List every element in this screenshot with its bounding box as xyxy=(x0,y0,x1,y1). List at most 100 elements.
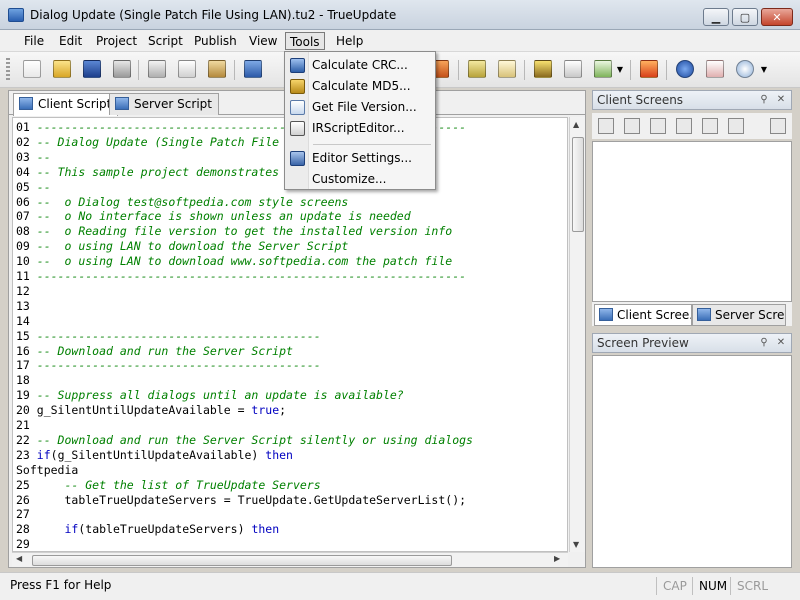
scrollbar-thumb[interactable] xyxy=(572,137,584,232)
close-icon[interactable]: ✕ xyxy=(774,93,788,107)
code-line[interactable]: 25 -- Get the list of TrueUpdate Servers xyxy=(16,478,321,493)
checklist-dropdown[interactable]: ▼ xyxy=(614,57,626,81)
code-line[interactable]: 20 g_SilentUntilUpdateAvailable = true; xyxy=(16,403,286,418)
code-comment: -- Dialog Update (Single Patch File xyxy=(36,134,280,149)
open-button[interactable] xyxy=(50,57,74,81)
code-comment: -- xyxy=(36,179,51,194)
save-screen-icon[interactable] xyxy=(770,118,786,134)
code-line[interactable]: 09 -- o using LAN to download the Server… xyxy=(16,239,348,254)
code-line[interactable]: 07 -- o No interface is shown unless an … xyxy=(16,209,411,224)
delete-screen-icon[interactable] xyxy=(650,118,666,134)
menu-project[interactable]: Project xyxy=(92,32,141,50)
screen-list-icon[interactable] xyxy=(598,118,614,134)
wizard-button[interactable] xyxy=(531,57,555,81)
print-button[interactable] xyxy=(110,57,134,81)
move-down-icon[interactable] xyxy=(728,118,744,134)
menu-file[interactable]: File xyxy=(20,32,48,50)
menu-item-irscripteditor[interactable]: IRScriptEditor... xyxy=(286,118,434,139)
code-line[interactable]: 10 -- o using LAN to download www.softpe… xyxy=(16,254,452,269)
menu-edit[interactable]: Edit xyxy=(55,32,86,50)
list-button[interactable] xyxy=(561,57,585,81)
document-button[interactable] xyxy=(495,57,519,81)
add-screen-icon[interactable] xyxy=(624,118,640,134)
toolbar-grip xyxy=(6,58,10,82)
menu-item-calculate-crc[interactable]: Calculate CRC... xyxy=(286,55,434,76)
line-number: 09 xyxy=(16,239,37,254)
horizontal-scrollbar[interactable]: ◀ ▶ xyxy=(12,552,568,567)
edit-screen-icon[interactable] xyxy=(676,118,692,134)
code-line[interactable]: 12 xyxy=(16,284,37,299)
toolbar-separator xyxy=(234,60,235,80)
chevron-down-icon: ▼ xyxy=(760,64,768,74)
code-line[interactable]: 21 xyxy=(16,418,37,433)
code-line[interactable]: 22 -- Download and run the Server Script… xyxy=(16,433,473,448)
code-line[interactable]: 11 -------------------------------------… xyxy=(16,269,466,284)
cut-button[interactable] xyxy=(145,57,169,81)
preview-button[interactable] xyxy=(465,57,489,81)
move-up-icon[interactable] xyxy=(702,118,718,134)
menu-help[interactable]: Help xyxy=(332,32,367,50)
help-button[interactable] xyxy=(673,57,697,81)
copy-button[interactable] xyxy=(175,57,199,81)
code-line[interactable]: 15 -------------------------------------… xyxy=(16,329,321,344)
tab-client-screens[interactable]: Client Scree... xyxy=(594,304,692,326)
scroll-up-icon[interactable]: ▲ xyxy=(573,120,579,129)
toolbar-separator xyxy=(138,60,139,80)
menu-tools[interactable]: Tools xyxy=(285,32,325,50)
menu-item-customize[interactable]: Customize... xyxy=(286,169,434,190)
close-button[interactable]: ✕ xyxy=(761,8,793,26)
menu-publish[interactable]: Publish xyxy=(190,32,241,50)
info-button[interactable] xyxy=(733,57,757,81)
code-line[interactable]: 13 xyxy=(16,299,37,314)
code-line[interactable]: 26 tableTrueUpdateServers = TrueUpdate.G… xyxy=(16,493,466,508)
code-line[interactable]: 28 if(tableTrueUpdateServers) then xyxy=(16,522,279,537)
toolbar-overflow[interactable]: ▼ xyxy=(758,57,770,81)
line-number: 26 xyxy=(16,492,37,507)
pin-icon[interactable]: ⚲ xyxy=(757,336,771,350)
maximize-button[interactable]: ▢ xyxy=(732,8,758,26)
pdf-button[interactable] xyxy=(703,57,727,81)
code-line[interactable]: Softpedia xyxy=(16,463,78,478)
code-line[interactable]: 27 xyxy=(16,507,37,522)
code-line[interactable]: 08 -- o Reading file version to get the … xyxy=(16,224,452,239)
code-line[interactable]: 03 -- xyxy=(16,150,51,165)
menu-item-calculate-md5[interactable]: Calculate MD5... xyxy=(286,76,434,97)
scrollbar-thumb[interactable] xyxy=(32,555,452,566)
code-line[interactable]: 18 xyxy=(16,373,37,388)
code-line[interactable]: 29 xyxy=(16,537,37,551)
code-comment: -- Suppress all dialogs until an update … xyxy=(36,388,404,403)
code-line[interactable]: 17 -------------------------------------… xyxy=(16,358,321,373)
code-line[interactable]: 14 xyxy=(16,314,37,329)
code-text: tableTrueUpdateServers = TrueUpdate.GetU… xyxy=(36,492,467,507)
close-icon[interactable]: ✕ xyxy=(774,336,788,350)
paste-button[interactable] xyxy=(205,57,229,81)
save-button[interactable] xyxy=(80,57,104,81)
checklist-button[interactable] xyxy=(591,57,615,81)
scroll-right-icon[interactable]: ▶ xyxy=(554,554,560,563)
scroll-down-icon[interactable]: ▼ xyxy=(573,540,579,549)
menu-script[interactable]: Script xyxy=(144,32,187,50)
tab-server-script[interactable]: Server Script xyxy=(109,93,219,115)
undo-button[interactable] xyxy=(241,57,265,81)
code-line[interactable]: 06 -- o Dialog test@softpedia.com style … xyxy=(16,195,348,210)
code-line[interactable]: 02 -- Dialog Update (Single Patch File xyxy=(16,135,279,150)
publish-button[interactable] xyxy=(637,57,661,81)
code-line[interactable]: 04 -- This sample project demonstrates xyxy=(16,165,279,180)
code-line[interactable]: 19 -- Suppress all dialogs until an upda… xyxy=(16,388,404,403)
settings-icon xyxy=(290,151,305,166)
scroll-left-icon[interactable]: ◀ xyxy=(16,554,22,563)
code-line[interactable]: 05 -- xyxy=(16,180,51,195)
client-screens-list[interactable] xyxy=(592,141,792,302)
menu-view[interactable]: View xyxy=(245,32,281,50)
code-line[interactable]: 16 -- Download and run the Server Script xyxy=(16,344,293,359)
tab-server-screens[interactable]: Server Scre... xyxy=(692,304,786,326)
menu-item-editor-settings[interactable]: Editor Settings... xyxy=(286,148,434,169)
minimize-button[interactable]: ▁ xyxy=(703,8,729,26)
tab-client-script[interactable]: Client Script xyxy=(13,93,119,116)
help-icon xyxy=(676,60,694,78)
code-line[interactable]: 23 if(g_SilentUntilUpdateAvailable) then xyxy=(16,448,293,463)
vertical-scrollbar[interactable]: ▲ ▼ xyxy=(569,117,585,552)
new-button[interactable] xyxy=(20,57,44,81)
menu-item-get-file-version[interactable]: Get File Version... xyxy=(286,97,434,118)
pin-icon[interactable]: ⚲ xyxy=(757,93,771,107)
